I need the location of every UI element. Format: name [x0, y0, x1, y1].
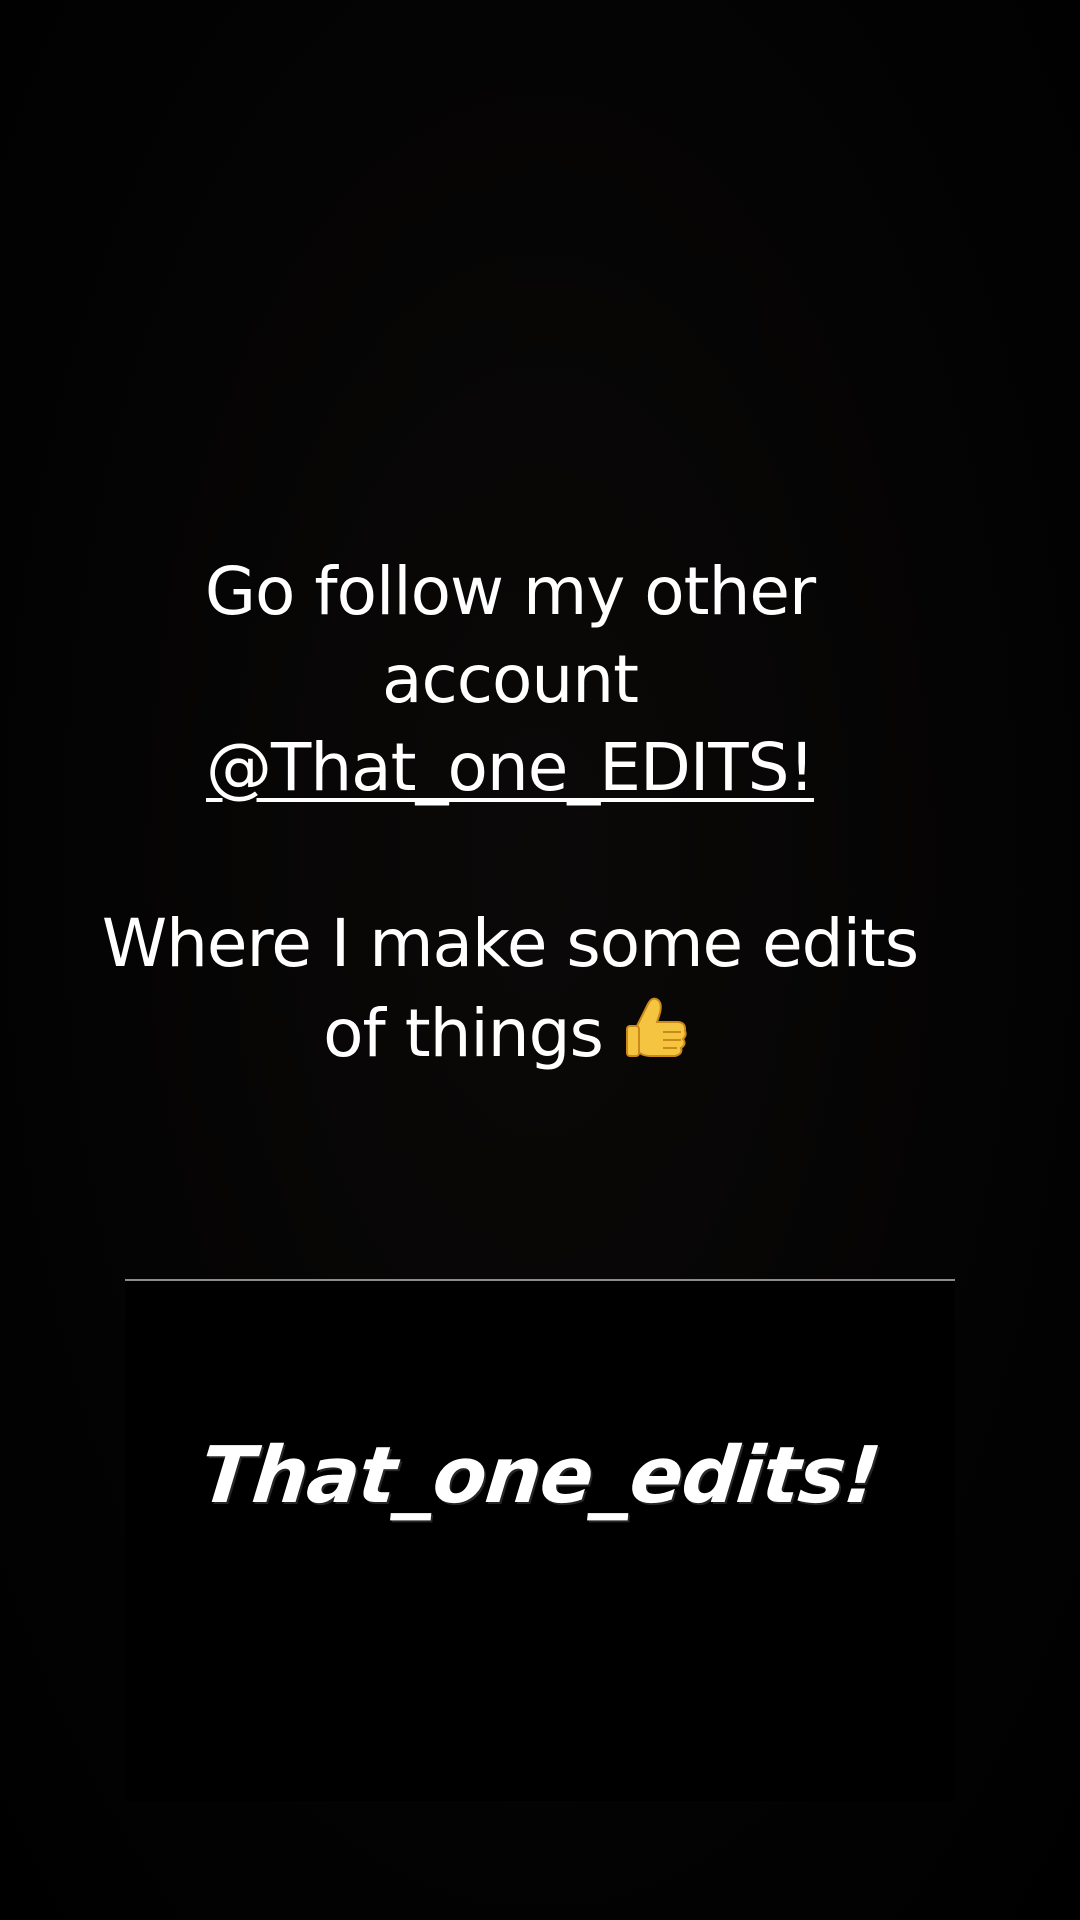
account-mention-link[interactable]: @That_one_EDITS!: [206, 729, 815, 806]
handle-line: @That_one_EDITS!: [60, 724, 960, 812]
embedded-post-title: That_one_edits!: [196, 1431, 884, 1521]
story-line-4: of things: [323, 995, 604, 1072]
story-line-2: account: [382, 641, 639, 718]
embedded-post-card[interactable]: That_one_edits!: [125, 1279, 955, 1801]
text-spacer: [60, 812, 960, 900]
story-canvas: Go follow my other account @That_one_EDI…: [0, 0, 1080, 1920]
story-line-1: Go follow my other: [204, 553, 816, 630]
story-line-3: Where I make some edits: [101, 905, 919, 982]
thumbs-up-icon: [617, 988, 697, 1068]
story-text-block: Go follow my other account @That_one_EDI…: [60, 548, 960, 1078]
story-line-4-wrap: of things: [60, 988, 960, 1078]
